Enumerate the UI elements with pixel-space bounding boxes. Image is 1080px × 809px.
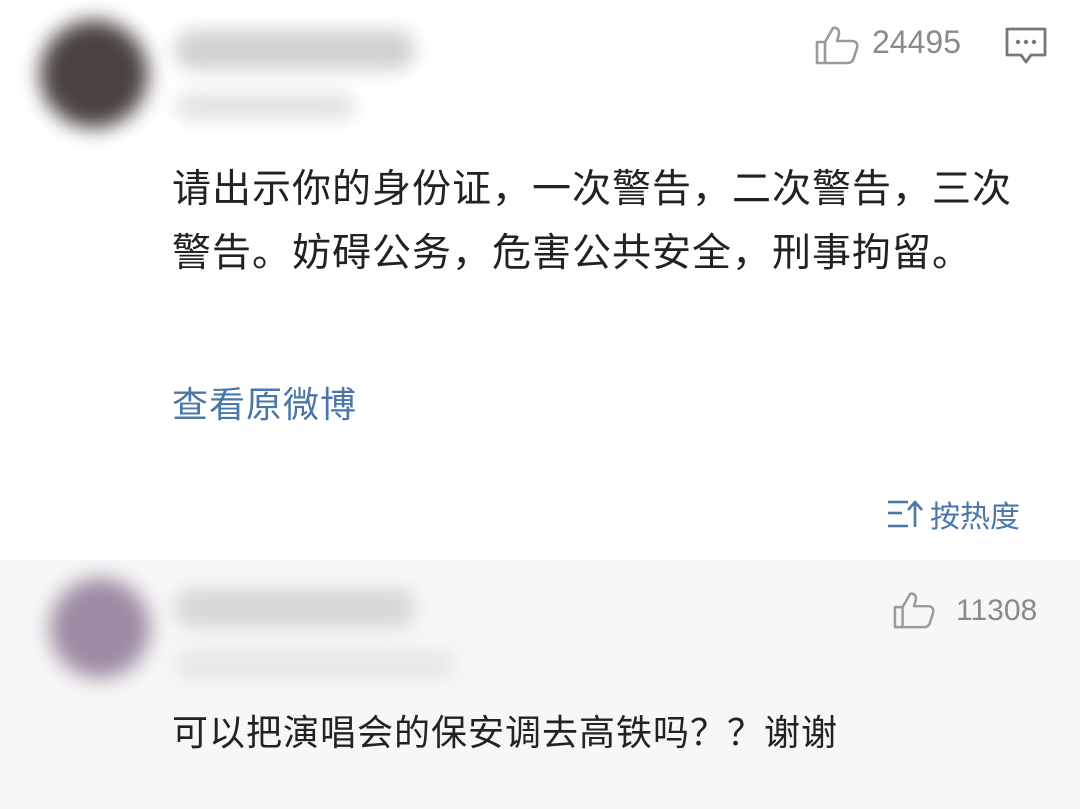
thumbs-up-icon[interactable]: [892, 590, 936, 630]
like-count: 11308: [956, 594, 1038, 627]
username-blurred[interactable]: [175, 30, 415, 70]
view-original-link[interactable]: 查看原微博: [172, 376, 357, 428]
sort-button[interactable]: 按热度: [886, 492, 1020, 536]
avatar[interactable]: [40, 20, 148, 128]
like-count: 24495: [872, 24, 961, 60]
comment-meta-blurred: [175, 650, 455, 680]
avatar[interactable]: [50, 578, 150, 678]
sort-icon: [888, 500, 923, 528]
sort-label: 按热度: [930, 500, 1020, 535]
post-meta-blurred: [175, 92, 355, 120]
comment-icon[interactable]: [1004, 26, 1048, 66]
post-body-text: 请出示你的身份证，一次警告，二次警告，三次警告。妨碍公务，危害公共安全，刑事拘留…: [172, 167, 1013, 276]
main-post: 24495 请出示你的身份证，一次警告，二次警告，三次警告。妨碍公务，危害公共安…: [0, 0, 1080, 560]
reply-body-text: 可以把演唱会的保安调去高铁吗？？谢谢: [172, 713, 839, 754]
thumbs-up-icon[interactable]: [814, 24, 860, 66]
username-blurred[interactable]: [175, 588, 415, 628]
